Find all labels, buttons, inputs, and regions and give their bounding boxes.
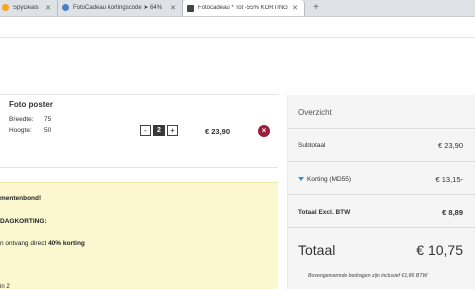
globe-favicon-icon xyxy=(62,4,69,11)
fotocadeau-favicon-icon xyxy=(187,4,194,12)
total-excl-vat-label: Totaal Excl. BTW xyxy=(298,209,351,216)
width-label: Breedte: xyxy=(9,116,34,123)
height-label: Hoogte: xyxy=(9,127,32,134)
divider xyxy=(0,167,278,168)
new-tab-button[interactable]: + xyxy=(305,0,319,16)
order-summary-panel: Overzicht Subtotaal € 23,90 Korting (MD5… xyxy=(287,95,475,289)
total-excl-vat-value: € 8,89 xyxy=(442,208,463,217)
subtotal-label: Subtotaal xyxy=(298,142,326,149)
quantity-stepper: - 2 + xyxy=(140,125,178,136)
close-tab-icon[interactable]: ✕ xyxy=(288,4,298,12)
summary-heading: Overzicht xyxy=(298,108,332,117)
decrease-quantity-button[interactable]: - xyxy=(140,125,151,136)
tab-title: Fotocadeau * Tot -55% KORTING xyxy=(198,5,288,11)
tab-spydeals[interactable]: SpyDeals ✕ xyxy=(0,0,58,16)
promo-discount: 40% korting xyxy=(48,240,85,247)
browser-tab-strip: SpyDeals ✕ FotoCadeau kortingscode ➤ 64%… xyxy=(0,0,475,17)
width-value: 75 xyxy=(44,116,52,123)
promo-text: n ontvang direct xyxy=(0,240,49,247)
discount-value: € 13,15- xyxy=(435,175,463,184)
remove-item-icon[interactable]: × xyxy=(258,125,270,137)
increase-quantity-button[interactable]: + xyxy=(167,125,178,136)
vat-note: Bovengenoemde bedragen zijn inclusief €1… xyxy=(308,273,428,279)
divider xyxy=(288,128,475,129)
subtotal-value: € 23,90 xyxy=(437,141,463,150)
height-value: 50 xyxy=(44,127,52,134)
divider xyxy=(288,194,475,195)
caret-down-icon[interactable] xyxy=(298,177,304,182)
divider xyxy=(288,161,475,162)
promo-line: n ontvang direct 40% korting xyxy=(0,240,85,247)
promo-box: mentenbond! DAGKORTING: n ontvang direct… xyxy=(0,182,278,290)
total-label: Totaal xyxy=(298,242,336,258)
close-tab-icon[interactable]: ✕ xyxy=(166,4,176,12)
item-price: € 23,90 xyxy=(205,127,231,136)
discount-label[interactable]: Korting (MD55) xyxy=(298,176,351,183)
browser-toolbar-area xyxy=(0,17,475,38)
promo-line: DAGKORTING: xyxy=(0,218,47,225)
divider xyxy=(0,94,278,95)
tab-title: SpyDeals xyxy=(13,4,39,11)
spydeals-favicon-icon xyxy=(2,4,9,11)
discount-label-text: Korting (MD55) xyxy=(307,176,352,183)
divider xyxy=(288,227,475,228)
tab-fotocadeau-kortingscode[interactable]: FotoCadeau kortingscode ➤ 64% ✕ xyxy=(58,0,183,16)
tab-title: FotoCadeau kortingscode ➤ 64% xyxy=(73,5,163,11)
promo-line: in 2 xyxy=(0,284,10,290)
tab-fotocadeau-active[interactable]: Fotocadeau * Tot -55% KORTING ✕ xyxy=(183,0,305,16)
close-tab-icon[interactable]: ✕ xyxy=(41,4,51,12)
product-width: Breedte: 75 xyxy=(9,116,51,123)
product-height: Hoogte: 50 xyxy=(9,127,51,134)
quantity-value: 2 xyxy=(153,125,165,136)
promo-line: mentenbond! xyxy=(0,195,42,202)
total-value: € 10,75 xyxy=(416,242,463,258)
product-title: Foto poster xyxy=(9,100,53,109)
